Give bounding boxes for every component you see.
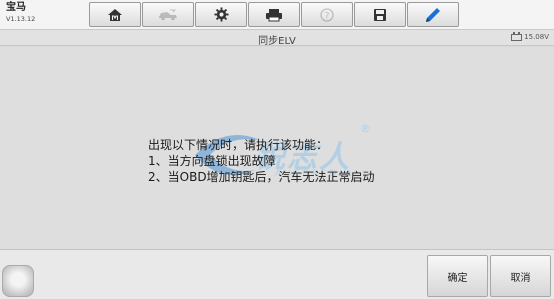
vehicle-swap-icon [159, 9, 177, 20]
floating-home-button[interactable] [2, 265, 34, 297]
vehicle-info: 宝马 V1.13.12 [6, 3, 35, 23]
save-icon [374, 8, 386, 21]
message-line: 2、当OBD增加钥匙后，汽车无法正常启动 [148, 170, 375, 184]
home-button[interactable] [89, 2, 141, 27]
settings-button[interactable] [195, 2, 247, 27]
print-button[interactable] [248, 2, 300, 27]
toolbar-buttons: ? [89, 2, 459, 27]
battery-voltage: 15.08V [524, 33, 549, 41]
software-version: V1.13.12 [6, 15, 36, 23]
vehicle-name: 宝马 [6, 2, 26, 13]
message-panel: 锐志人 ® AUTOPEDIA 出现以下情况时，请执行该功能： 1、当方向盘锁出… [0, 47, 554, 249]
ok-button[interactable]: 确定 [427, 255, 488, 297]
home-icon [108, 8, 122, 21]
bottom-action-bar: 确定 取消 [0, 249, 554, 299]
save-button[interactable] [354, 2, 406, 27]
battery-status: 15.08V [511, 31, 549, 41]
watermark-registered-mark: ® [360, 122, 371, 135]
top-toolbar: 宝马 V1.13.12 ? [0, 0, 554, 30]
help-icon: ? [320, 7, 334, 22]
function-title-bar: 同步ELV 15.08V [0, 30, 554, 47]
print-icon [266, 8, 282, 21]
settings-icon [213, 7, 229, 22]
message-line: 1、当方向盘锁出现故障 [148, 154, 276, 168]
instruction-message: 出现以下情况时，请执行该功能： 1、当方向盘锁出现故障 2、当OBD增加钥匙后，… [148, 137, 375, 185]
svg-text:?: ? [325, 11, 330, 21]
vehicle-swap-button[interactable] [142, 2, 194, 27]
cancel-button[interactable]: 取消 [490, 255, 551, 297]
pen-icon [426, 7, 440, 22]
battery-icon [511, 31, 523, 41]
page-title: 同步ELV [258, 36, 296, 47]
pen-button[interactable] [407, 2, 459, 27]
help-button[interactable]: ? [301, 2, 353, 27]
message-line: 出现以下情况时，请执行该功能： [148, 138, 329, 152]
